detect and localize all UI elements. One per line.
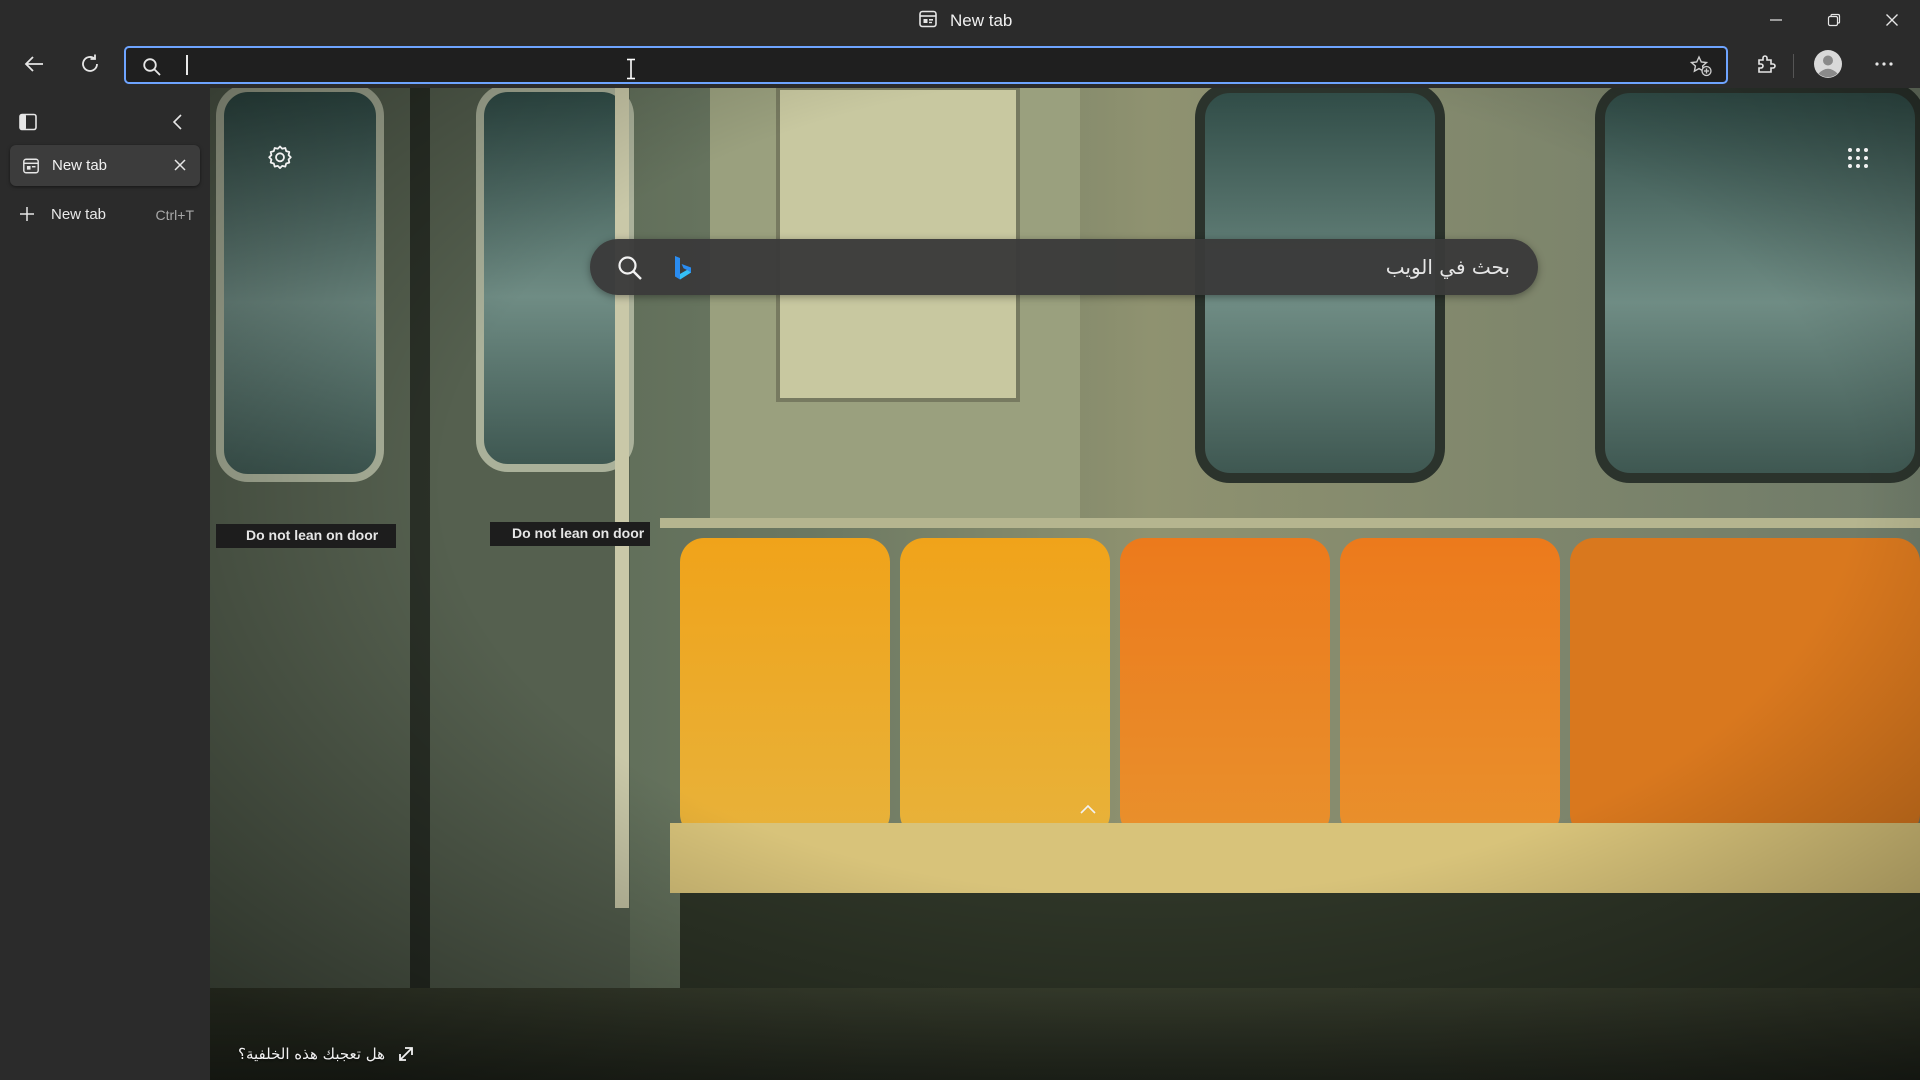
apps-launcher-button[interactable] bbox=[1840, 140, 1876, 176]
new-tab-label: New tab bbox=[51, 206, 107, 223]
add-favorite-icon[interactable] bbox=[1688, 54, 1714, 78]
new-tab-page-icon bbox=[22, 157, 40, 180]
tab-actions-icon[interactable] bbox=[18, 112, 38, 137]
toolbar-divider bbox=[1793, 54, 1794, 78]
back-arrow-icon bbox=[24, 56, 43, 72]
window-title: New tab bbox=[950, 11, 1013, 30]
gear-icon bbox=[268, 145, 292, 169]
profile-button[interactable] bbox=[1808, 44, 1848, 84]
background-image bbox=[210, 88, 1920, 1080]
like-background-text: هل تعجبك هذه الخلفية؟ bbox=[238, 1045, 385, 1063]
app-grid-icon bbox=[1848, 148, 1868, 168]
close-tab-icon[interactable] bbox=[168, 153, 192, 177]
extensions-icon bbox=[1758, 55, 1776, 73]
text-caret bbox=[186, 55, 188, 75]
back-button[interactable] bbox=[14, 44, 54, 84]
minimize-button[interactable] bbox=[1748, 0, 1804, 40]
new-tab-page-icon bbox=[918, 9, 938, 34]
chevron-up-icon bbox=[1080, 804, 1096, 814]
extensions-button[interactable] bbox=[1746, 44, 1786, 84]
settings-and-more-button[interactable] bbox=[1864, 44, 1904, 84]
text-cursor-icon bbox=[627, 58, 635, 80]
background-feedback[interactable]: هل تعجبك هذه الخلفية؟ bbox=[238, 1040, 415, 1068]
restore-icon bbox=[1827, 13, 1841, 27]
close-window-button[interactable] bbox=[1864, 0, 1920, 40]
plus-icon bbox=[18, 205, 36, 228]
background-sign-text: Do not lean on door bbox=[246, 527, 379, 543]
profile-avatar-icon bbox=[1814, 50, 1842, 78]
web-search-input[interactable] bbox=[710, 247, 1510, 287]
tab-title: New tab bbox=[52, 157, 108, 174]
address-bar[interactable] bbox=[124, 46, 1728, 84]
vertical-tabs-pane: New tab New tab Ctrl+T bbox=[0, 88, 210, 1080]
close-icon bbox=[1886, 14, 1898, 26]
refresh-icon bbox=[82, 54, 98, 72]
scroll-up-button[interactable] bbox=[1076, 800, 1100, 818]
restore-button[interactable] bbox=[1806, 0, 1862, 40]
window-title-group: New tab bbox=[918, 9, 1012, 33]
address-input[interactable] bbox=[192, 48, 1592, 82]
background-sign-text: Do not lean on door bbox=[512, 525, 645, 541]
minimize-icon bbox=[1770, 19, 1782, 21]
title-bar: New tab bbox=[0, 0, 1920, 40]
collapse-pane-icon[interactable] bbox=[168, 112, 188, 137]
browser-window: New tab New tab New tab Ctrl+T Do not le… bbox=[0, 0, 1920, 1080]
tab-new-tab[interactable]: New tab bbox=[10, 145, 200, 186]
web-search-box[interactable] bbox=[590, 239, 1538, 295]
new-tab-button[interactable]: New tab Ctrl+T bbox=[10, 196, 200, 232]
bing-logo-icon bbox=[672, 255, 694, 286]
new-tab-page: Do not lean on door Do not lean on door bbox=[210, 88, 1920, 1080]
expand-icon[interactable] bbox=[397, 1045, 415, 1063]
tab-pane-header bbox=[0, 104, 210, 138]
page-settings-button[interactable] bbox=[262, 140, 298, 176]
search-icon[interactable] bbox=[616, 254, 644, 287]
more-icon bbox=[1875, 62, 1893, 66]
search-icon bbox=[142, 57, 162, 82]
toolbar bbox=[0, 40, 1920, 88]
refresh-button[interactable] bbox=[70, 44, 110, 84]
new-tab-shortcut: Ctrl+T bbox=[155, 207, 195, 223]
